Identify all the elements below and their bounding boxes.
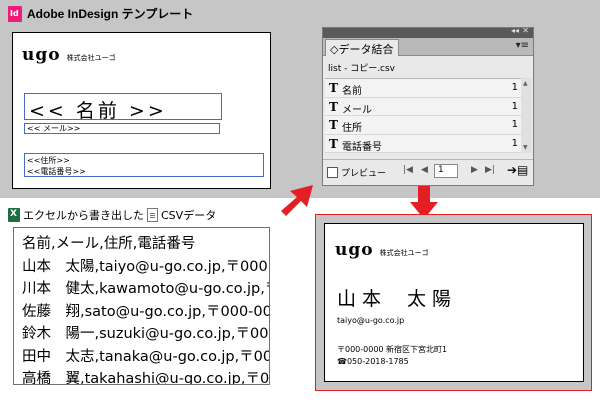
template-phone-placeholder: <<電話番号>> (27, 167, 86, 176)
close-icon[interactable]: ✕ (522, 26, 529, 35)
top-area: Id Adobe InDesign テンプレート ugo 株式会社ユーゴ << … (0, 0, 600, 198)
text-field-icon: T (329, 81, 338, 95)
result-name: 山本 太陽 (337, 284, 457, 311)
document-icon (147, 208, 158, 222)
field-row-name[interactable]: T 名前 1 (325, 79, 521, 98)
template-address-frame[interactable]: <<住所>> <<電話番号>> (24, 153, 264, 177)
field-list: T 名前 1 T メール 1 T 住所 1 T 電話番号 1 (325, 78, 521, 153)
last-record-button[interactable]: ▶| (485, 165, 495, 175)
csv-line: 鈴木 陽一,suzuki@u-go.co.jp,〒000 (22, 326, 270, 342)
panel-bottom-bar: プレビュー |◀ ◀ 1 ▶ ▶| ➔▤ (323, 159, 533, 185)
field-label: 住所 (342, 123, 362, 134)
csv-caption-suffix: CSVデータ (161, 209, 217, 222)
field-row-phone[interactable]: T 電話番号 1 (325, 135, 521, 153)
field-count: 1 (511, 119, 518, 130)
collapse-icon[interactable]: ◂◂ (511, 26, 519, 35)
record-number-input[interactable]: 1 (434, 164, 458, 178)
field-count: 1 (511, 100, 518, 112)
arrow-right-icon (281, 185, 313, 216)
tab-data-merge[interactable]: ◇データ結合 (325, 39, 399, 56)
field-label: メール (342, 104, 372, 116)
field-row-address[interactable]: T 住所 1 (325, 116, 521, 135)
scroll-up-icon[interactable]: ▲ (523, 80, 528, 87)
result-card: ugo 株式会社ユーゴ 山本 太陽 taiyo@u-go.co.jp 〒000-0… (324, 223, 584, 382)
csv-caption-prefix: エクセルから書き出した (23, 209, 144, 222)
template-logo-text: ugo (22, 45, 61, 65)
scroll-down-icon[interactable]: ▼ (523, 144, 528, 151)
field-count: 1 (511, 137, 518, 149)
template-company: 株式会社ユーゴ (66, 54, 116, 62)
template-address-placeholder: <<住所>> (27, 156, 70, 165)
text-field-icon: T (329, 118, 338, 132)
result-logo: ugo 株式会社ユーゴ (335, 240, 429, 260)
result-logo-text: ugo (335, 240, 374, 260)
text-field-icon: T (329, 136, 338, 151)
panel-title-bar[interactable]: ◂◂ ✕ (323, 26, 533, 38)
data-source-file: list - コピー.csv (328, 64, 396, 74)
result-mail: taiyo@u-go.co.jp (337, 316, 405, 325)
csv-line: 川本 健太,kawamoto@u-go.co.jp,〒 (22, 281, 270, 297)
indesign-title-text: Adobe InDesign テンプレート (27, 7, 194, 21)
result-company: 株式会社ユーゴ (379, 249, 429, 257)
csv-line: 佐藤 翔,sato@u-go.co.jp,〒000-00 (22, 304, 270, 320)
create-merged-document-icon[interactable]: ➔▤ (507, 163, 529, 179)
excel-icon: X (8, 208, 20, 222)
panel-menu-icon[interactable]: ▾≡ (516, 40, 529, 51)
indesign-app-icon: Id (8, 5, 22, 22)
template-logo: ugo 株式会社ユーゴ (22, 45, 116, 65)
field-list-scrollbar[interactable]: ▲ ▼ (521, 78, 532, 153)
csv-caption: X エクセルから書き出した CSVデータ (8, 207, 216, 223)
result-address: 〒000-0000 新宿区下宮北町1 (337, 345, 448, 354)
csv-line: 山本 太陽,taiyo@u-go.co.jp,〒000 (22, 259, 268, 275)
field-count: 1 (511, 82, 518, 93)
panel-tab-row: ◇データ結合 ▾≡ (323, 38, 533, 56)
field-label: 電話番号 (342, 141, 382, 153)
result-phone: ☎050-2018-1785 (337, 357, 409, 366)
csv-line: 田中 太志,tanaka@u-go.co.jp,〒000 (22, 349, 270, 365)
text-field-icon: T (329, 99, 338, 114)
indesign-title: Id Adobe InDesign テンプレート (8, 5, 193, 22)
template-card: ugo 株式会社ユーゴ << 名前 >> << メール>> <<住所>> <<電… (12, 32, 271, 189)
first-record-button[interactable]: |◀ (403, 165, 413, 175)
prev-record-button[interactable]: ◀ (421, 165, 428, 175)
preview-label: プレビュー (341, 169, 387, 179)
next-record-button[interactable]: ▶ (471, 165, 478, 175)
preview-checkbox[interactable] (327, 167, 338, 178)
csv-text-box: 名前,メール,住所,電話番号 山本 太陽,taiyo@u-go.co.jp,〒0… (13, 227, 270, 385)
result-frame: ugo 株式会社ユーゴ 山本 太陽 taiyo@u-go.co.jp 〒000-0… (315, 214, 592, 391)
field-label: 名前 (342, 86, 362, 97)
result-address-block: 〒000-0000 新宿区下宮北町1 ☎050-2018-1785 (337, 344, 447, 368)
data-merge-panel: ◂◂ ✕ ◇データ結合 ▾≡ list - コピー.csv T 名前 1 T メ… (322, 26, 534, 186)
result-name-family: 山本 (337, 288, 388, 310)
result-name-given: 太陽 (407, 288, 458, 310)
csv-line: 高橋 翼,takahashi@u-go.co.jp,〒0 (22, 371, 270, 385)
field-row-mail[interactable]: T メール 1 (325, 98, 521, 116)
template-mail-frame[interactable]: << メール>> (24, 123, 220, 134)
template-name-frame[interactable]: << 名前 >> (24, 93, 222, 122)
csv-header-line: 名前,メール,住所,電話番号 (22, 236, 196, 252)
